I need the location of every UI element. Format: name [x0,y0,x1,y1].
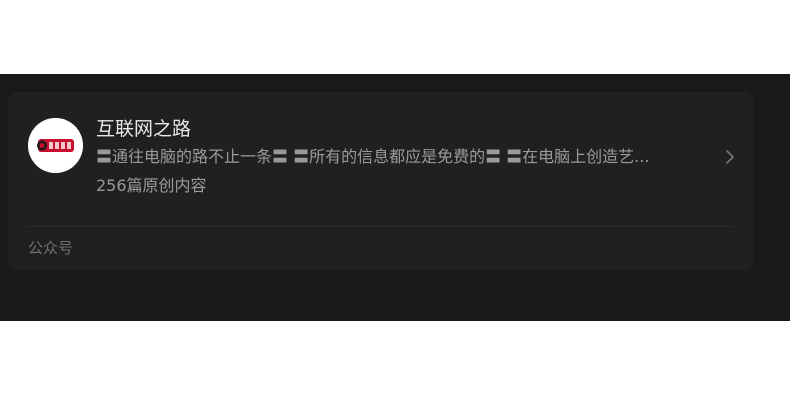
card-divider [28,226,732,227]
account-type-label: 公众号 [28,239,74,257]
account-profile-row[interactable]: 互联网之路 〓通往电脑的路不止一条〓 〓所有的信息都应是免费的〓 〓在电脑上创造… [28,116,736,206]
account-name: 互联网之路 [96,118,192,140]
official-account-card: 互联网之路 〓通往电脑的路不止一条〓 〓所有的信息都应是免费的〓 〓在电脑上创造… [8,92,753,271]
chevron-right-icon[interactable] [723,149,737,165]
page-background: 互联网之路 〓通往电脑的路不止一条〓 〓所有的信息都应是免费的〓 〓在电脑上创造… [0,74,790,321]
account-description: 〓通往电脑的路不止一条〓 〓所有的信息都应是免费的〓 〓在电脑上创造艺... [96,147,650,166]
article-count: 256篇原创内容 [96,176,207,195]
account-info: 互联网之路 〓通往电脑的路不止一条〓 〓所有的信息都应是免费的〓 〓在电脑上创造… [96,116,706,197]
logo-avatar-icon [28,118,83,173]
